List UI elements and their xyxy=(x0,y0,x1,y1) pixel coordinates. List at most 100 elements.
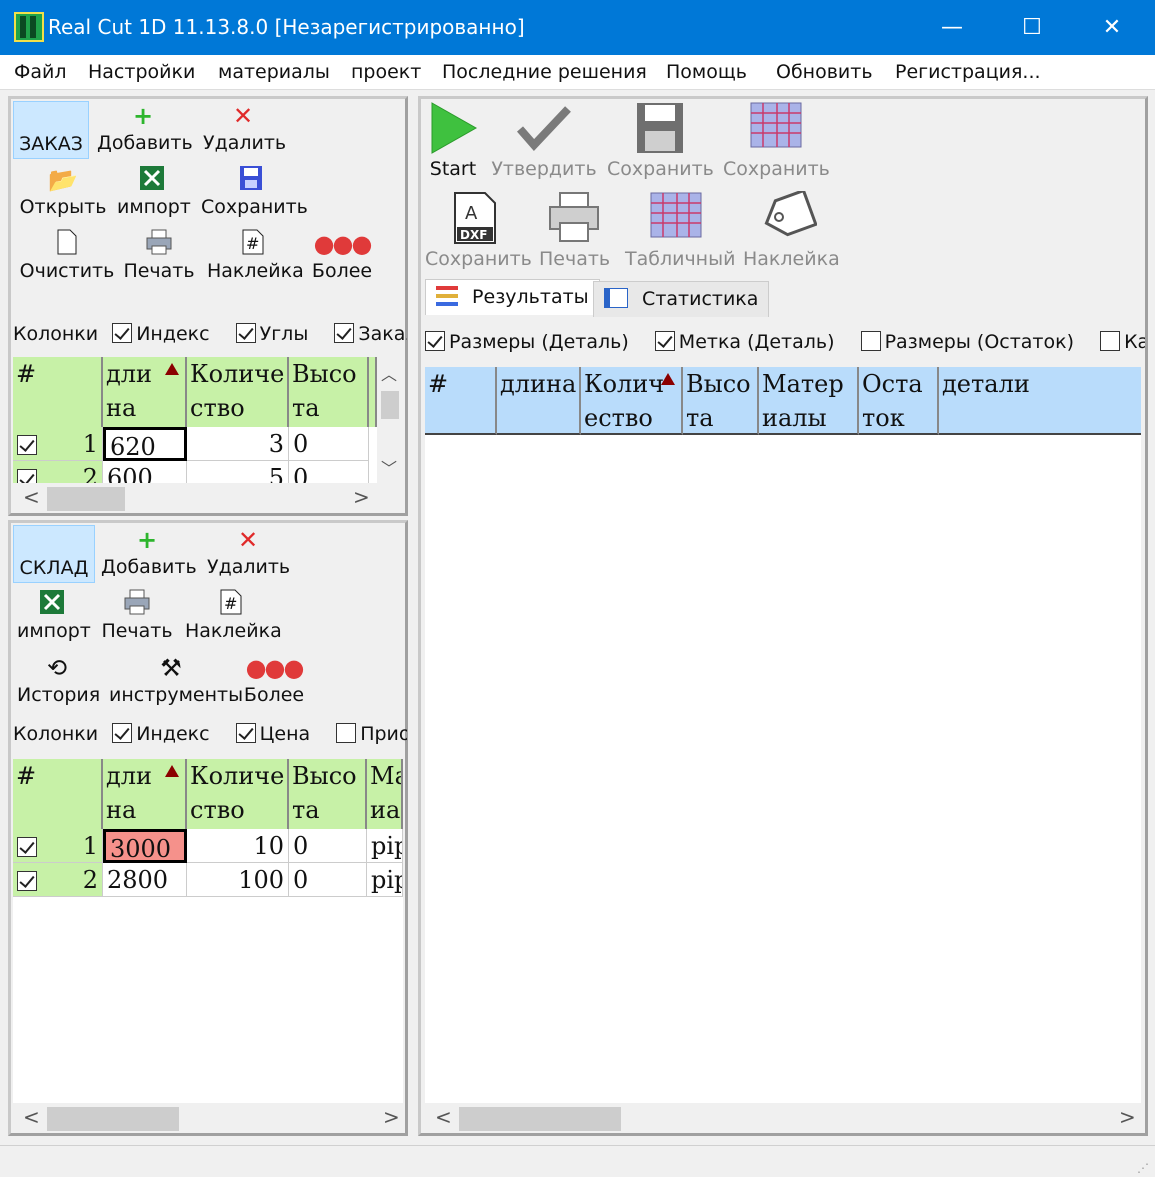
menu-materials[interactable]: материалы xyxy=(218,61,330,83)
print-stock-button[interactable]: Печать xyxy=(101,589,173,647)
table-row[interactable]: 1 xyxy=(13,427,103,461)
cell-quantity[interactable]: 100 xyxy=(187,863,289,897)
detail-sizes-checkbox[interactable]: Размеры (Деталь) xyxy=(425,331,629,353)
table-row[interactable]: 1 xyxy=(13,829,103,863)
cell-quantity[interactable]: 3 xyxy=(187,427,289,461)
customer-column-checkbox[interactable]: Заказчи xyxy=(334,323,407,345)
more-stock-button[interactable]: ●●● Более xyxy=(243,653,305,711)
cell-height[interactable]: 0 xyxy=(289,863,367,897)
as-current-checkbox[interactable]: Как тек xyxy=(1100,331,1145,353)
scroll-thumb[interactable] xyxy=(459,1107,621,1131)
delete-stock-button[interactable]: ✕ Удалить xyxy=(207,525,290,583)
col-header-length[interactable]: дли на xyxy=(103,759,187,829)
print-results-button[interactable]: Печать xyxy=(539,191,610,275)
cell-material[interactable]: pip xyxy=(367,829,403,863)
tab-statistics[interactable]: Статистика xyxy=(593,281,770,317)
delete-order-button[interactable]: ✕ Удалить xyxy=(203,101,286,159)
col-header-length[interactable]: дли на xyxy=(103,357,187,427)
col-header-height[interactable]: Высо та xyxy=(289,357,369,427)
clear-button[interactable]: Очистить xyxy=(19,229,115,287)
index-column-checkbox[interactable]: Индекс xyxy=(112,723,210,745)
table-row[interactable]: 2 xyxy=(13,863,103,897)
priority-column-checkbox[interactable]: Приорит xyxy=(336,723,407,745)
cell-length[interactable]: 3000 xyxy=(103,829,187,863)
stock-hscrollbar[interactable]: < > xyxy=(13,1103,403,1133)
angles-column-checkbox[interactable]: Углы xyxy=(235,323,308,345)
cell-length[interactable]: 600 xyxy=(103,461,187,483)
resize-grip-icon[interactable]: ⋰ xyxy=(1137,1161,1149,1175)
cell-length[interactable]: 620 xyxy=(103,427,187,461)
label-results-button[interactable]: Наклейка xyxy=(743,188,840,275)
col-header-index[interactable]: # xyxy=(425,367,497,435)
minimize-button[interactable]: — xyxy=(912,0,992,55)
print-order-button[interactable]: Печать xyxy=(123,229,195,287)
order-hscrollbar[interactable]: < > xyxy=(13,483,403,513)
menu-update[interactable]: Обновить xyxy=(776,61,873,83)
save-order-button[interactable]: Сохранить xyxy=(201,165,308,223)
cell-quantity[interactable]: 10 xyxy=(187,829,289,863)
menu-file[interactable]: Файл xyxy=(14,61,67,83)
menu-recent-solutions[interactable]: Последние решения xyxy=(442,61,647,83)
label-stock-button[interactable]: # Наклейка xyxy=(185,589,282,647)
col-header-quantity[interactable]: Колич ество xyxy=(581,367,683,435)
menu-registration[interactable]: Регистрация... xyxy=(895,61,1041,83)
import-order-button[interactable]: импорт xyxy=(117,165,191,223)
close-button[interactable]: ✕ xyxy=(1072,0,1152,55)
detail-mark-checkbox[interactable]: Метка (Деталь) xyxy=(654,331,835,353)
menu-settings[interactable]: Настройки xyxy=(88,61,195,83)
open-button[interactable]: 📂 Открыть xyxy=(19,165,107,223)
col-header-material[interactable]: Ма иа xyxy=(367,759,403,829)
save-table-button[interactable]: Сохранить xyxy=(723,101,830,185)
col-header-quantity[interactable]: Количе ство xyxy=(187,357,289,427)
results-hscrollbar[interactable]: < > xyxy=(425,1103,1141,1133)
scroll-right-icon[interactable]: > xyxy=(1119,1105,1136,1129)
col-header-remainder[interactable]: Оста ток xyxy=(859,367,939,435)
col-header-length[interactable]: длина xyxy=(497,367,581,435)
more-order-button[interactable]: ●●● Более xyxy=(311,229,373,287)
cell-quantity[interactable]: 5 xyxy=(187,461,289,483)
col-header-quantity[interactable]: Количе ство xyxy=(187,759,289,829)
start-button[interactable]: Start xyxy=(425,101,481,185)
save-results-button[interactable]: Сохранить xyxy=(607,101,714,185)
save-dxf-button[interactable]: DXF A Сохранить xyxy=(425,191,532,275)
scroll-thumb[interactable] xyxy=(381,391,399,419)
history-button[interactable]: ⟲ История xyxy=(17,653,100,711)
order-vscrollbar[interactable]: ︿ ﹀ xyxy=(377,357,403,483)
label-order-button[interactable]: # Наклейка xyxy=(207,229,304,287)
tab-results[interactable]: Результаты xyxy=(425,279,600,315)
col-header-index[interactable]: # xyxy=(13,357,103,427)
cell-height[interactable]: 0 xyxy=(289,461,369,483)
row-checkbox[interactable] xyxy=(17,435,37,455)
scroll-left-icon[interactable]: < xyxy=(435,1105,452,1129)
stock-tab-button[interactable]: СКЛАД xyxy=(13,525,95,583)
row-checkbox[interactable] xyxy=(17,837,37,857)
scroll-thumb[interactable] xyxy=(47,487,125,511)
col-header-index[interactable]: # xyxy=(13,759,103,829)
scroll-left-icon[interactable]: < xyxy=(23,485,40,509)
row-checkbox[interactable] xyxy=(17,871,37,891)
scroll-down-icon[interactable]: ﹀ xyxy=(381,455,397,479)
scroll-up-icon[interactable]: ︿ xyxy=(381,361,397,385)
col-header-details[interactable]: детали xyxy=(939,367,1141,435)
cell-length[interactable]: 2800 xyxy=(103,863,187,897)
tabular-button[interactable]: Табличный xyxy=(625,191,735,275)
scroll-right-icon[interactable]: > xyxy=(353,485,370,509)
price-column-checkbox[interactable]: Цена xyxy=(235,723,310,745)
menu-project[interactable]: проект xyxy=(351,61,421,83)
scroll-thumb[interactable] xyxy=(47,1107,179,1131)
menu-help[interactable]: Помощь xyxy=(666,61,747,83)
index-column-checkbox[interactable]: Индекс xyxy=(112,323,210,345)
row-checkbox[interactable] xyxy=(17,469,37,483)
col-header-materials[interactable]: Матер иалы xyxy=(759,367,859,435)
order-tab-button[interactable]: ЗАКАЗ xyxy=(13,101,89,159)
maximize-button[interactable]: ☐ xyxy=(992,0,1072,55)
tools-button[interactable]: ⚒ инструменты xyxy=(109,653,243,711)
scroll-right-icon[interactable]: > xyxy=(383,1105,400,1129)
import-stock-button[interactable]: импорт xyxy=(17,589,91,647)
confirm-button[interactable]: Утвердить xyxy=(491,101,597,185)
add-stock-button[interactable]: + Добавить xyxy=(101,525,197,583)
add-order-button[interactable]: + Добавить xyxy=(97,101,193,159)
cell-height[interactable]: 0 xyxy=(289,829,367,863)
cell-height[interactable]: 0 xyxy=(289,427,369,461)
table-row[interactable]: 2 xyxy=(13,461,103,483)
